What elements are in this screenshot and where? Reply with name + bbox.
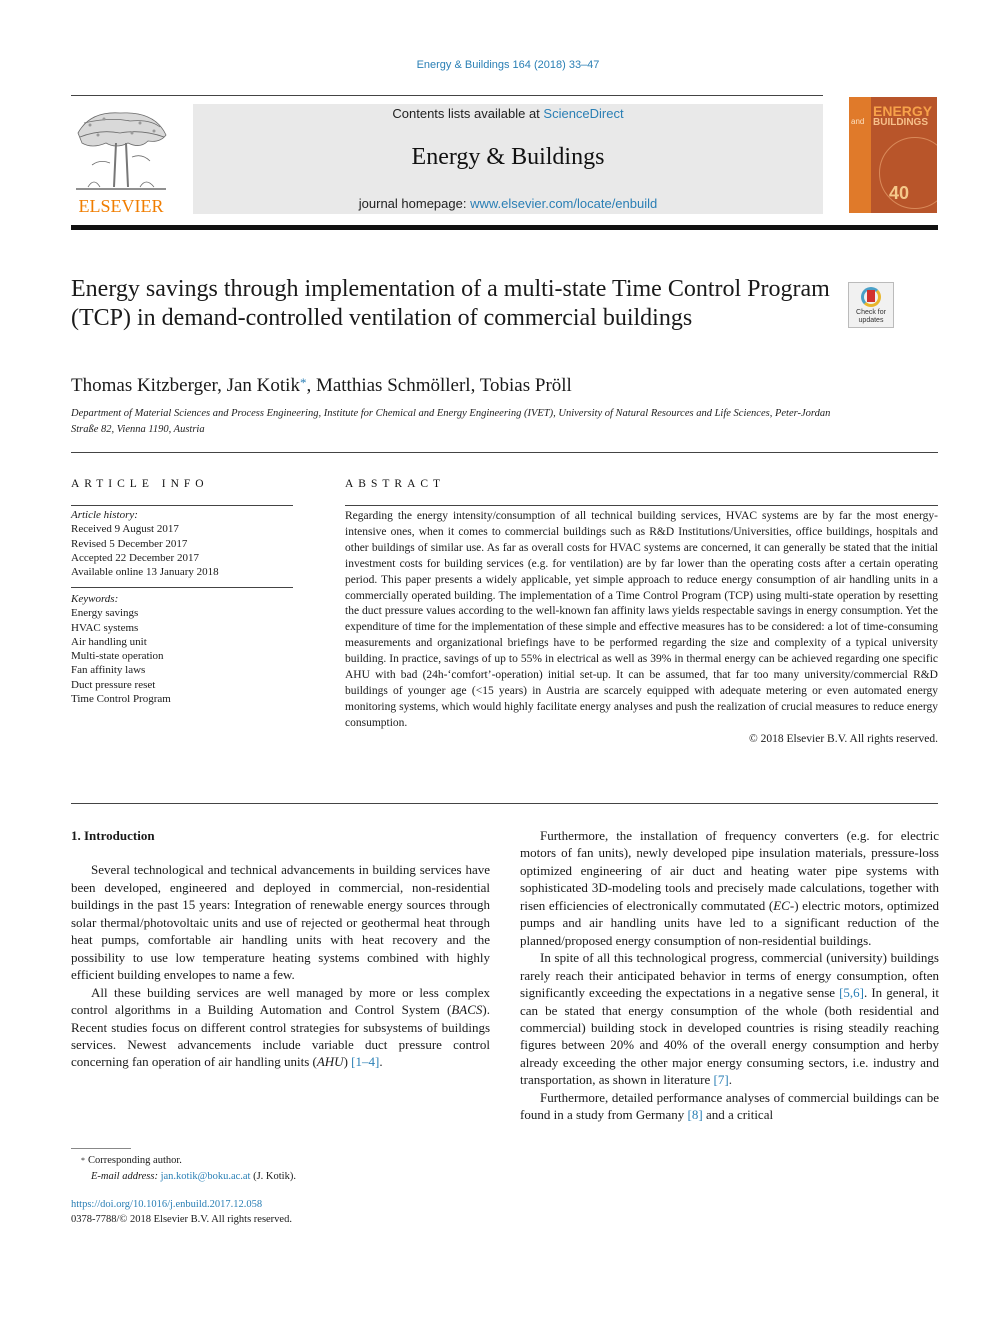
running-head[interactable]: Energy & Buildings 164 (2018) 33–47 <box>0 59 992 71</box>
crossmark-bookmark-icon <box>867 290 875 302</box>
footnote-rule <box>71 1148 131 1149</box>
history-item: Revised 5 December 2017 <box>71 537 188 550</box>
elsevier-wordmark: ELSEVIER <box>78 196 164 216</box>
issn-copyright: 0378-7788/© 2018 Elsevier B.V. All right… <box>71 1214 292 1225</box>
author-list: Thomas Kitzberger, Jan Kotik*, Matthias … <box>71 375 572 397</box>
corresponding-author-label: Corresponding author. <box>88 1155 182 1166</box>
article-title: Energy savings through implementation of… <box>71 276 830 331</box>
section-heading-introduction: 1. Introduction <box>71 828 155 843</box>
author-email-link[interactable]: jan.kotik@boku.ac.at <box>161 1171 251 1182</box>
history-label: Article history: <box>71 509 138 521</box>
citation-link[interactable]: [1–4] <box>351 1054 379 1069</box>
paragraph-text: and a critical <box>702 1107 774 1123</box>
paragraph-text: . <box>728 1072 732 1088</box>
abstract-heading: ABSTRACT <box>345 478 446 490</box>
homepage-line: journal homepage: www.elsevier.com/locat… <box>193 196 823 211</box>
abstract-bottom-rule <box>71 803 938 804</box>
homepage-prefix: journal homepage: <box>358 196 471 211</box>
author-separator: , <box>217 375 227 396</box>
citation-link[interactable]: [8] <box>688 1107 703 1122</box>
citation-link[interactable]: [5,6] <box>839 985 864 1000</box>
check-for-updates-button[interactable]: Check for updates <box>848 282 894 328</box>
abbrev-bacs: BACS <box>451 1002 483 1018</box>
journal-homepage-link[interactable]: www.elsevier.com/locate/enbuild <box>470 196 657 211</box>
paragraph-text: . <box>379 1054 383 1070</box>
article-info-rule <box>71 505 293 506</box>
keyword-item: Multi-state operation <box>71 650 164 663</box>
abbrev-ec: EC- <box>773 897 795 913</box>
history-item: Received 9 August 2017 <box>71 523 179 536</box>
paragraph-text: All these building services are well man… <box>71 984 490 1018</box>
body-paragraph: Furthermore, the installation of frequen… <box>520 827 939 949</box>
doi-block: https://doi.org/10.1016/j.enbuild.2017.1… <box>71 1197 292 1227</box>
body-column-left: 1. Introduction Several technological an… <box>71 827 490 1071</box>
author-affiliation: Department of Material Sciences and Proc… <box>71 408 831 435</box>
author-name: Matthias Schmöllerl <box>315 375 471 396</box>
keywords-label: Keywords: <box>71 593 119 605</box>
body-paragraph: In spite of all this technological progr… <box>520 949 939 1089</box>
body-column-right: Furthermore, the installation of frequen… <box>520 827 939 1124</box>
masthead-thick-rule <box>71 225 938 230</box>
body-paragraph: Several technological and technical adva… <box>71 861 490 983</box>
keyword-item: Fan affinity laws <box>71 664 146 677</box>
cover-strip <box>849 97 871 213</box>
sciencedirect-link[interactable]: ScienceDirect <box>543 106 623 121</box>
cover-title-buildings: BUILDINGS <box>873 117 928 128</box>
email-label: E-mail address: <box>91 1170 161 1182</box>
cover-anniversary: 40 <box>889 183 910 203</box>
history-item: Accepted 22 December 2017 <box>71 551 199 564</box>
journal-banner: Contents lists available at ScienceDirec… <box>193 104 823 214</box>
body-paragraph: All these building services are well man… <box>71 984 490 1071</box>
citation-link[interactable]: [7] <box>714 1072 729 1087</box>
contents-line: Contents lists available at ScienceDirec… <box>193 106 823 121</box>
journal-cover-image[interactable]: and ENERGY BUILDINGS 40 <box>849 97 937 213</box>
header-rule <box>71 95 823 96</box>
author-separator: , <box>306 375 316 396</box>
author-name: Thomas Kitzberger <box>71 375 218 396</box>
keyword-item: Air handling unit <box>71 635 147 648</box>
email-suffix: (J. Kotik). <box>250 1170 296 1182</box>
keyword-item: Time Control Program <box>71 693 171 706</box>
abstract-rule <box>345 505 938 506</box>
abbrev-ahu: AHU <box>316 1054 344 1070</box>
footnote-corresponding: * Corresponding author. E-mail address: j… <box>71 1153 296 1184</box>
footnote-mark: * <box>81 1156 85 1165</box>
keywords-rule <box>71 587 293 588</box>
keyword-item: HVAC systems <box>71 621 139 634</box>
keyword-item: Energy savings <box>71 607 139 620</box>
abstract-copyright: © 2018 Elsevier B.V. All rights reserved… <box>749 732 938 745</box>
article-info-heading: ARTICLE INFO <box>71 478 209 490</box>
abstract-body: Regarding the energy intensity/consumpti… <box>345 509 938 748</box>
abstract-text: Regarding the energy intensity/consumpti… <box>345 510 938 729</box>
author-name: Jan Kotik <box>226 375 300 396</box>
paragraph-text: Several technological and technical adva… <box>71 862 490 983</box>
section-rule <box>71 452 938 453</box>
author-separator: , <box>470 375 480 396</box>
author-name: Tobias Pröll <box>479 375 572 396</box>
keyword-item: Duct pressure reset <box>71 678 156 691</box>
contents-prefix: Contents lists available at <box>392 106 544 121</box>
body-paragraph: Furthermore, detailed performance analys… <box>520 1089 939 1124</box>
doi-link[interactable]: https://doi.org/10.1016/j.enbuild.2017.1… <box>71 1199 262 1210</box>
crossmark-label: Check for updates <box>856 309 886 324</box>
history-item: Available online 13 January 2018 <box>71 566 219 579</box>
keywords-list: Keywords: Energy savings HVAC systems Ai… <box>71 592 171 706</box>
article-history: Article history: Received 9 August 2017 … <box>71 508 219 579</box>
cover-and: and <box>851 117 865 126</box>
journal-name: Energy & Buildings <box>411 144 605 170</box>
